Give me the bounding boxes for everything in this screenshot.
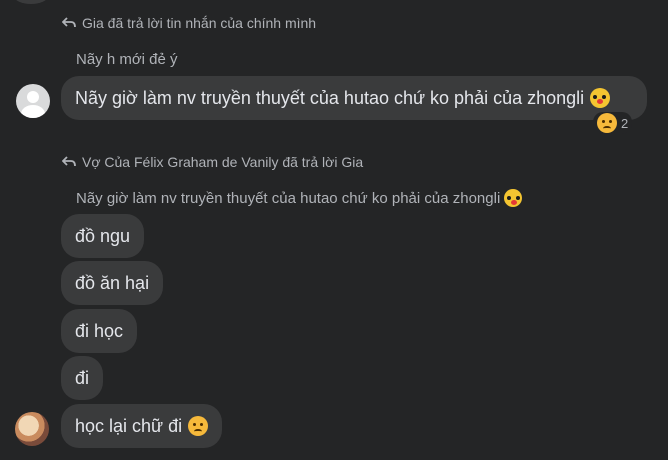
message-bubble[interactable]: học lại chữ đi <box>61 404 223 448</box>
avatar[interactable] <box>16 84 50 118</box>
message-bubble[interactable]: đồ ngu <box>61 214 145 258</box>
reaction-badge[interactable]: 2 <box>593 112 633 134</box>
reply-header-text: Gia đã trả lời tin nhắn của chính mình <box>82 15 317 31</box>
message-bubble[interactable]: đồ ăn hại <box>61 261 164 305</box>
quoted-message[interactable]: Nãy h mới đẻ ý <box>76 51 178 68</box>
message-text: đồ ngu <box>75 225 131 246</box>
frowning-face-icon <box>188 416 209 436</box>
clown-face-icon <box>590 88 611 108</box>
reply-header-text: Vợ Của Félix Graham de Vanily đã trả lời… <box>82 154 364 170</box>
message-bubble[interactable]: đi <box>61 356 104 400</box>
quoted-message-text: Nãy giờ làm nv truyền thuyết của hutao c… <box>76 189 501 207</box>
reply-header: Vợ Của Félix Graham de Vanily đã trả lời… <box>62 154 363 170</box>
clown-face-icon <box>504 189 523 207</box>
message-text: đi <box>75 367 90 388</box>
avatar[interactable] <box>15 412 49 446</box>
sad-face-icon <box>597 113 617 133</box>
quoted-message-text: Nãy h mới đẻ ý <box>76 51 178 68</box>
reply-header: Gia đã trả lời tin nhắn của chính mình <box>62 15 316 31</box>
message-bubble[interactable]: Nãy giờ làm nv truyền thuyết của hutao c… <box>61 76 647 120</box>
reaction-count: 2 <box>621 115 629 131</box>
previous-message-bubble-edge <box>14 0 48 4</box>
message-bubble[interactable]: đi học <box>61 309 138 353</box>
message-text: học lại chữ đi <box>75 415 183 436</box>
message-text: Nãy giờ làm nv truyền thuyết của hutao c… <box>75 87 585 108</box>
reply-arrow-icon <box>62 156 76 168</box>
message-text: đi học <box>75 320 124 341</box>
quoted-message[interactable]: Nãy giờ làm nv truyền thuyết của hutao c… <box>76 189 523 207</box>
message-text: đồ ăn hại <box>75 272 150 293</box>
reply-arrow-icon <box>62 17 76 29</box>
